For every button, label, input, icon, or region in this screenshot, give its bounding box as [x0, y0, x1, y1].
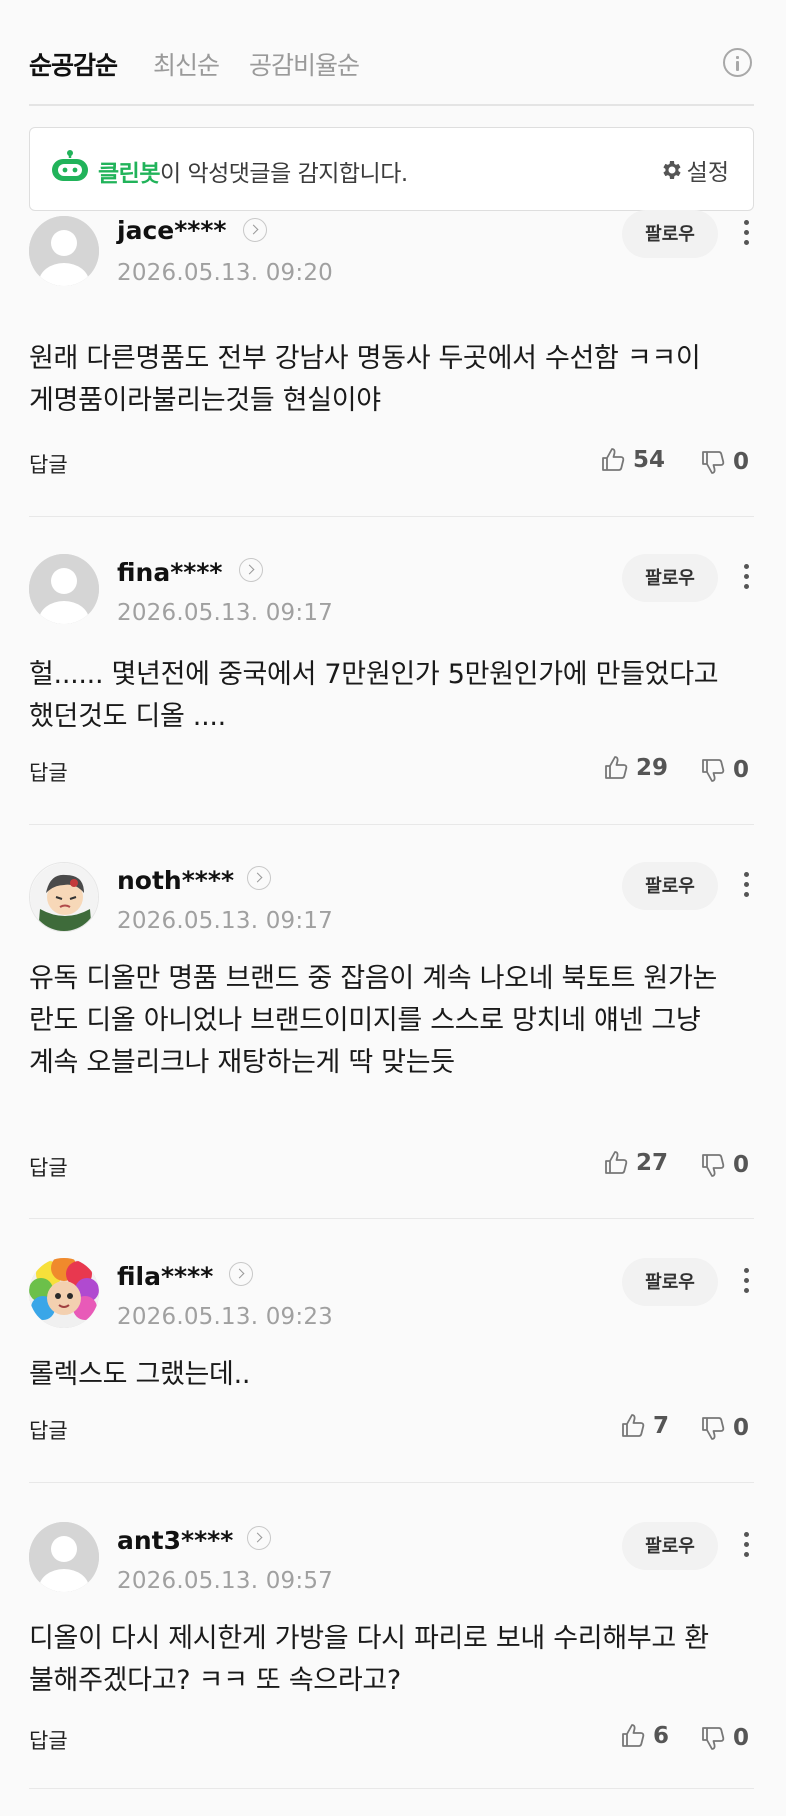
tab-sort-ratio[interactable]: 공감비율순 — [249, 46, 360, 82]
thumbs-up-icon — [605, 756, 628, 779]
rainbow-avatar-icon — [29, 1258, 99, 1328]
username[interactable]: ant3**** — [117, 1526, 233, 1555]
timestamp: 2026.05.13. 09:23 — [117, 1304, 333, 1330]
dislike-button[interactable]: 0 — [699, 448, 749, 476]
dislike-count: 0 — [733, 1725, 750, 1751]
dislike-button[interactable]: 0 — [699, 756, 749, 784]
avatar[interactable] — [29, 554, 99, 624]
divider — [29, 824, 754, 825]
sort-tabs: 순공감순 최신순 공감비율순 — [29, 0, 754, 106]
dislike-count: 0 — [733, 449, 750, 475]
cleanbot-message: 클린봇이 악성댓글을 감지합니다. — [98, 154, 408, 188]
comment-item: fina**** 2026.05.13. 09:17 팔로우 헐...... 몇… — [29, 554, 754, 825]
reply-button[interactable]: 답글 — [29, 757, 68, 787]
avatar[interactable] — [29, 862, 99, 932]
like-count: 6 — [653, 1723, 670, 1749]
username[interactable]: fina**** — [117, 558, 223, 587]
thumbs-up-icon — [622, 1414, 645, 1437]
follow-button[interactable]: 팔로우 — [622, 554, 718, 602]
default-avatar-icon — [29, 216, 99, 286]
thumbs-up-icon — [602, 448, 625, 471]
reply-button[interactable]: 답글 — [29, 1725, 68, 1755]
divider — [29, 1788, 754, 1789]
cleanbot-name: 클린봇 — [98, 161, 160, 187]
username[interactable]: noth**** — [117, 866, 234, 895]
default-avatar-icon — [29, 1522, 99, 1592]
comment-item: ant3**** 2026.05.13. 09:57 팔로우 디올이 다시 제시… — [29, 1522, 754, 1792]
avatar[interactable] — [29, 1522, 99, 1592]
default-avatar-icon — [29, 554, 99, 624]
like-button[interactable]: 6 — [619, 1722, 669, 1750]
avatar[interactable] — [29, 216, 99, 286]
tab-sort-latest[interactable]: 최신순 — [153, 46, 220, 82]
like-button[interactable]: 27 — [602, 1149, 668, 1177]
thumbs-down-icon — [702, 759, 725, 782]
like-count: 29 — [636, 755, 669, 781]
chevron-right-icon[interactable] — [239, 558, 263, 582]
dislike-count: 0 — [733, 1152, 750, 1178]
thumbs-up-icon — [605, 1151, 628, 1174]
more-options-icon[interactable] — [738, 868, 754, 904]
username[interactable]: fila**** — [117, 1262, 213, 1291]
comment-text: 헐...... 몇년전에 중국에서 7만원인가 5만원인가에 만들었다고 했던것… — [29, 659, 719, 732]
cleanbot-banner: 클린봇이 악성댓글을 감지합니다. 설정 — [29, 127, 754, 211]
follow-button[interactable]: 팔로우 — [622, 210, 718, 258]
reply-button[interactable]: 답글 — [29, 1152, 68, 1182]
timestamp: 2026.05.13. 09:20 — [117, 260, 333, 286]
chevron-right-icon[interactable] — [243, 218, 267, 242]
more-options-icon[interactable] — [738, 1528, 754, 1564]
comment-text: 원래 다른명품도 전부 강남사 명동사 두곳에서 수선함 ㅋㅋ이게명품이라불리는… — [29, 343, 701, 416]
dislike-count: 0 — [733, 757, 750, 783]
thumbs-down-icon — [702, 1417, 725, 1440]
more-options-icon[interactable] — [738, 216, 754, 252]
follow-button[interactable]: 팔로우 — [622, 1258, 718, 1306]
like-button[interactable]: 29 — [602, 754, 668, 782]
like-button[interactable]: 7 — [619, 1412, 669, 1440]
dislike-button[interactable]: 0 — [699, 1151, 749, 1179]
like-count: 54 — [633, 447, 666, 473]
thumbs-down-icon — [702, 451, 725, 474]
dislike-button[interactable]: 0 — [699, 1724, 749, 1752]
dislike-count: 0 — [733, 1415, 750, 1441]
follow-button[interactable]: 팔로우 — [622, 862, 718, 910]
avatar[interactable] — [29, 1258, 99, 1328]
reply-button[interactable]: 답글 — [29, 449, 68, 479]
dislike-button[interactable]: 0 — [699, 1414, 749, 1442]
info-icon[interactable] — [723, 48, 752, 77]
comments-panel: 순공감순 최신순 공감비율순 클린봇이 악성댓글을 감지합니다. 설정 jace… — [29, 0, 754, 1789]
cleanbot-icon — [52, 150, 88, 181]
thumbs-down-icon — [702, 1154, 725, 1177]
more-options-icon[interactable] — [738, 1264, 754, 1300]
more-options-icon[interactable] — [738, 560, 754, 596]
follow-button[interactable]: 팔로우 — [622, 1522, 718, 1570]
chevron-right-icon[interactable] — [229, 1262, 253, 1286]
thumbs-up-icon — [622, 1724, 645, 1747]
comment-text: 롤렉스도 그랬는데.. — [29, 1359, 251, 1390]
character-avatar-icon — [30, 863, 98, 931]
chevron-right-icon[interactable] — [247, 866, 271, 890]
divider — [29, 516, 754, 517]
timestamp: 2026.05.13. 09:17 — [117, 600, 333, 626]
divider — [29, 1482, 754, 1483]
username[interactable]: jace**** — [117, 216, 227, 245]
chevron-right-icon[interactable] — [247, 1526, 271, 1550]
like-count: 7 — [653, 1413, 670, 1439]
comment-item: fila**** 2026.05.13. 09:23 팔로우 롤렉스도 그랬는데… — [29, 1258, 754, 1483]
cleanbot-message-text: 이 악성댓글을 감지합니다. — [159, 161, 408, 187]
tab-sort-likes[interactable]: 순공감순 — [29, 46, 118, 82]
comment-text: 디올이 다시 제시한게 가방을 다시 파리로 보내 수리해부고 환불해주겠다고?… — [29, 1623, 709, 1696]
gear-icon — [663, 161, 681, 179]
like-count: 27 — [636, 1150, 669, 1176]
thumbs-down-icon — [702, 1727, 725, 1750]
timestamp: 2026.05.13. 09:17 — [117, 908, 333, 934]
reply-button[interactable]: 답글 — [29, 1415, 68, 1445]
comment-item: noth**** 2026.05.13. 09:17 팔로우 유독 디올만 명품… — [29, 862, 754, 1219]
divider — [29, 1218, 754, 1219]
cleanbot-settings-button[interactable]: 설정 — [659, 153, 729, 187]
like-button[interactable]: 54 — [599, 446, 665, 474]
comment-item: jace**** 2026.05.13. 09:20 팔로우 원래 다른명품도 … — [29, 210, 754, 517]
timestamp: 2026.05.13. 09:57 — [117, 1568, 333, 1594]
comment-text: 유독 디올만 명품 브랜드 중 잡음이 계속 나오네 북토트 원가논란도 디올 … — [29, 963, 718, 1078]
settings-label: 설정 — [686, 160, 729, 186]
